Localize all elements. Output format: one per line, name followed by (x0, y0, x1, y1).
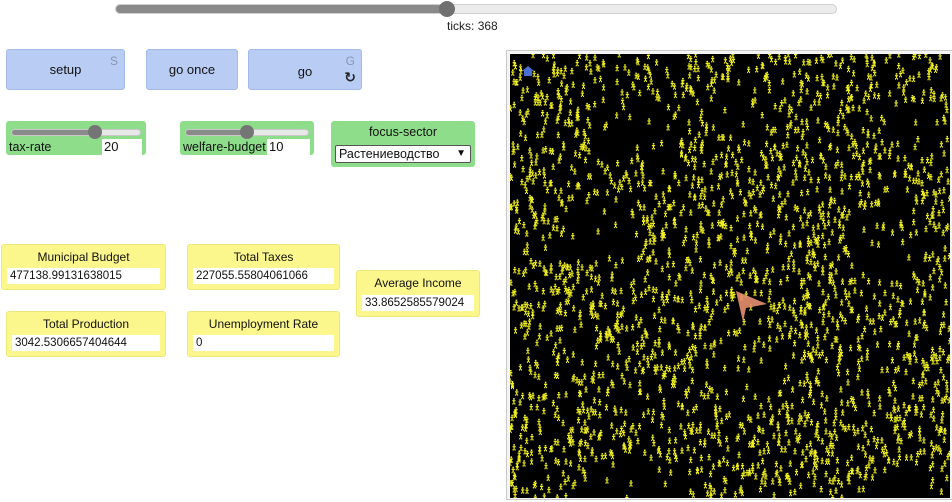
go-once-button-label: go once (168, 62, 216, 77)
total-taxes-label: Total Taxes (233, 250, 294, 264)
unemployment-rate-monitor: Unemployment Rate 0 (187, 311, 340, 357)
tax-rate-value: 20 (102, 139, 142, 155)
unemployment-rate-label: Unemployment Rate (208, 317, 319, 331)
go-button[interactable]: go G ↻ (248, 49, 362, 90)
welfare-budget-slider-fill (186, 130, 247, 135)
tax-rate-slider-thumb[interactable] (88, 125, 103, 139)
total-taxes-value: 227055.55804061066 (193, 268, 334, 284)
municipal-budget-value: 477138.99131638015 (7, 268, 160, 284)
unemployment-rate-value: 0 (193, 335, 334, 351)
tax-rate-slider-fill (12, 130, 96, 135)
welfare-budget-label: welfare-budget (183, 140, 266, 154)
go-button-label: go (297, 64, 313, 79)
tax-rate-label: tax-rate (9, 140, 52, 154)
ticks-label: ticks: (447, 19, 475, 33)
average-income-value: 33.8652585579024 (362, 295, 474, 311)
agents-layer (510, 54, 950, 498)
focus-sector-select[interactable]: Растениеводство ▼ (335, 145, 471, 163)
setup-button[interactable]: setup S (6, 49, 125, 90)
home-icon[interactable] (522, 66, 534, 76)
total-production-monitor: Total Production 3042.5306657404644 (6, 311, 166, 357)
total-production-value: 3042.5306657404644 (12, 335, 160, 351)
world-view[interactable] (510, 54, 950, 498)
speed-slider-thumb[interactable] (439, 1, 456, 17)
welfare-budget-value: 10 (267, 139, 310, 155)
tax-rate-slider-track[interactable] (11, 125, 141, 139)
focus-sector-chooser: focus-sector Растениеводство ▼ (331, 121, 475, 167)
welfare-budget-slider-track[interactable] (185, 125, 309, 139)
tax-rate-slider[interactable]: tax-rate 20 (6, 121, 146, 155)
municipal-budget-label: Municipal Budget (37, 250, 130, 264)
world-canvas (510, 54, 950, 498)
municipal-budget-monitor: Municipal Budget 477138.99131638015 (1, 244, 166, 290)
go-key-hint: G (345, 54, 355, 68)
focus-sector-selected: Растениеводство (339, 147, 440, 161)
welfare-budget-slider[interactable]: welfare-budget 10 (180, 121, 314, 155)
total-taxes-monitor: Total Taxes 227055.55804061066 (187, 244, 340, 290)
go-once-button[interactable]: go once (146, 49, 238, 90)
world-view-frame (506, 50, 952, 500)
forever-icon: ↻ (344, 69, 356, 85)
speed-slider[interactable] (115, 1, 837, 17)
welfare-budget-slider-thumb[interactable] (240, 125, 254, 139)
speed-slider-fill (116, 5, 448, 13)
setup-key-hint: S (109, 54, 118, 68)
average-income-label: Average Income (374, 276, 462, 290)
total-production-label: Total Production (42, 317, 130, 331)
focus-sector-label: focus-sector (368, 125, 438, 139)
average-income-monitor: Average Income 33.8652585579024 (356, 270, 480, 317)
chevron-down-icon: ▼ (456, 148, 466, 159)
agent-shapes (510, 54, 950, 498)
ticks-value: 368 (477, 19, 498, 33)
ticks-counter: ticks: 368 (447, 19, 498, 33)
setup-button-label: setup (49, 62, 82, 77)
